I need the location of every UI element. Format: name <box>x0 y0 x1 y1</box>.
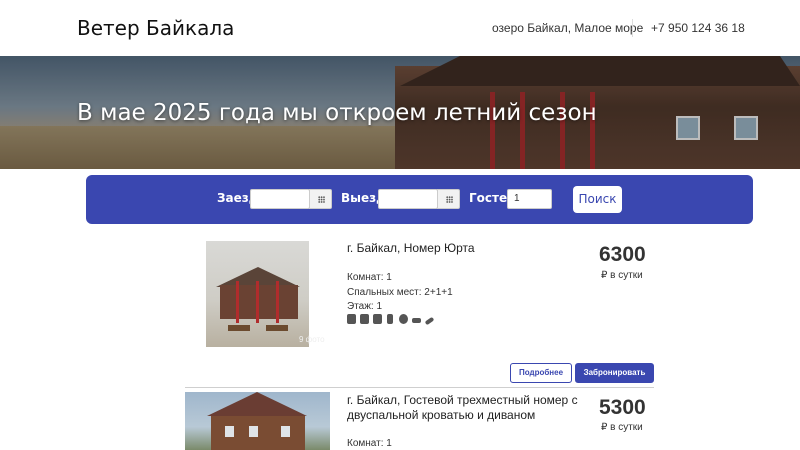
photo-count: 9 фото <box>299 335 325 344</box>
room-title[interactable]: г. Байкал, Гостевой трехместный номер с <box>347 393 578 407</box>
calendar-icon <box>318 196 325 203</box>
calendar-icon <box>446 196 453 203</box>
yurt-body <box>220 285 298 319</box>
hairdryer-icon <box>412 318 421 323</box>
price-unit: ₽ в сутки <box>601 270 643 281</box>
price-unit: ₽ в сутки <box>601 422 643 433</box>
room-title-line2[interactable]: двуспальной кроватью и диваном <box>347 408 535 422</box>
room-price: 6300 <box>599 243 646 266</box>
fridge-icon <box>387 314 393 324</box>
bench <box>266 325 288 331</box>
hero-title: В мае 2025 года мы откроем летний сезон <box>77 100 597 126</box>
yurt-post <box>276 281 279 323</box>
room-photo[interactable] <box>206 241 309 347</box>
house-window <box>249 426 258 437</box>
bench <box>228 325 250 331</box>
house-window <box>281 426 290 437</box>
checkin-input[interactable] <box>250 189 310 209</box>
room-divider <box>185 387 654 388</box>
header-divider <box>632 19 633 37</box>
room-photo[interactable] <box>185 392 330 450</box>
yurt-post <box>236 281 239 323</box>
details-button[interactable]: Подробнее <box>510 363 572 383</box>
house-roof <box>207 392 307 416</box>
room-floor: Этаж: 1 <box>347 301 383 312</box>
checkout-calendar-button[interactable] <box>437 189 460 209</box>
yurt-post <box>256 281 259 323</box>
tv-icon <box>360 314 369 324</box>
site-logo[interactable]: Ветер Байкала <box>77 16 234 40</box>
iron-icon <box>424 316 435 326</box>
booking-search-bar: Заезд Выезд Гостей 1 Поиск <box>86 175 753 224</box>
checkout-input[interactable] <box>378 189 438 209</box>
wifi-icon <box>347 314 356 324</box>
room-rooms: Комнат: 1 <box>347 438 392 449</box>
checkin-calendar-button[interactable] <box>309 189 332 209</box>
guests-input[interactable]: 1 <box>507 189 552 209</box>
parking-icon <box>399 314 408 324</box>
room-beds: Спальных мест: 2+1+1 <box>347 287 453 298</box>
hero-banner: В мае 2025 года мы откроем летний сезон <box>0 56 800 169</box>
site-header: Ветер Байкала озеро Байкал, Малое море +… <box>0 0 800 56</box>
amenities-list <box>347 314 442 326</box>
room-rooms: Комнат: 1 <box>347 272 392 283</box>
room-price: 5300 <box>599 396 646 419</box>
location-text: озеро Байкал, Малое море <box>492 21 644 35</box>
house-window <box>225 426 234 437</box>
search-button[interactable]: Поиск <box>573 186 622 213</box>
book-button[interactable]: Забронировать <box>575 363 654 383</box>
kettle-icon <box>373 314 382 324</box>
phone-link[interactable]: +7 950 124 36 18 <box>651 21 745 35</box>
room-title[interactable]: г. Байкал, Номер Юрта <box>347 241 475 255</box>
